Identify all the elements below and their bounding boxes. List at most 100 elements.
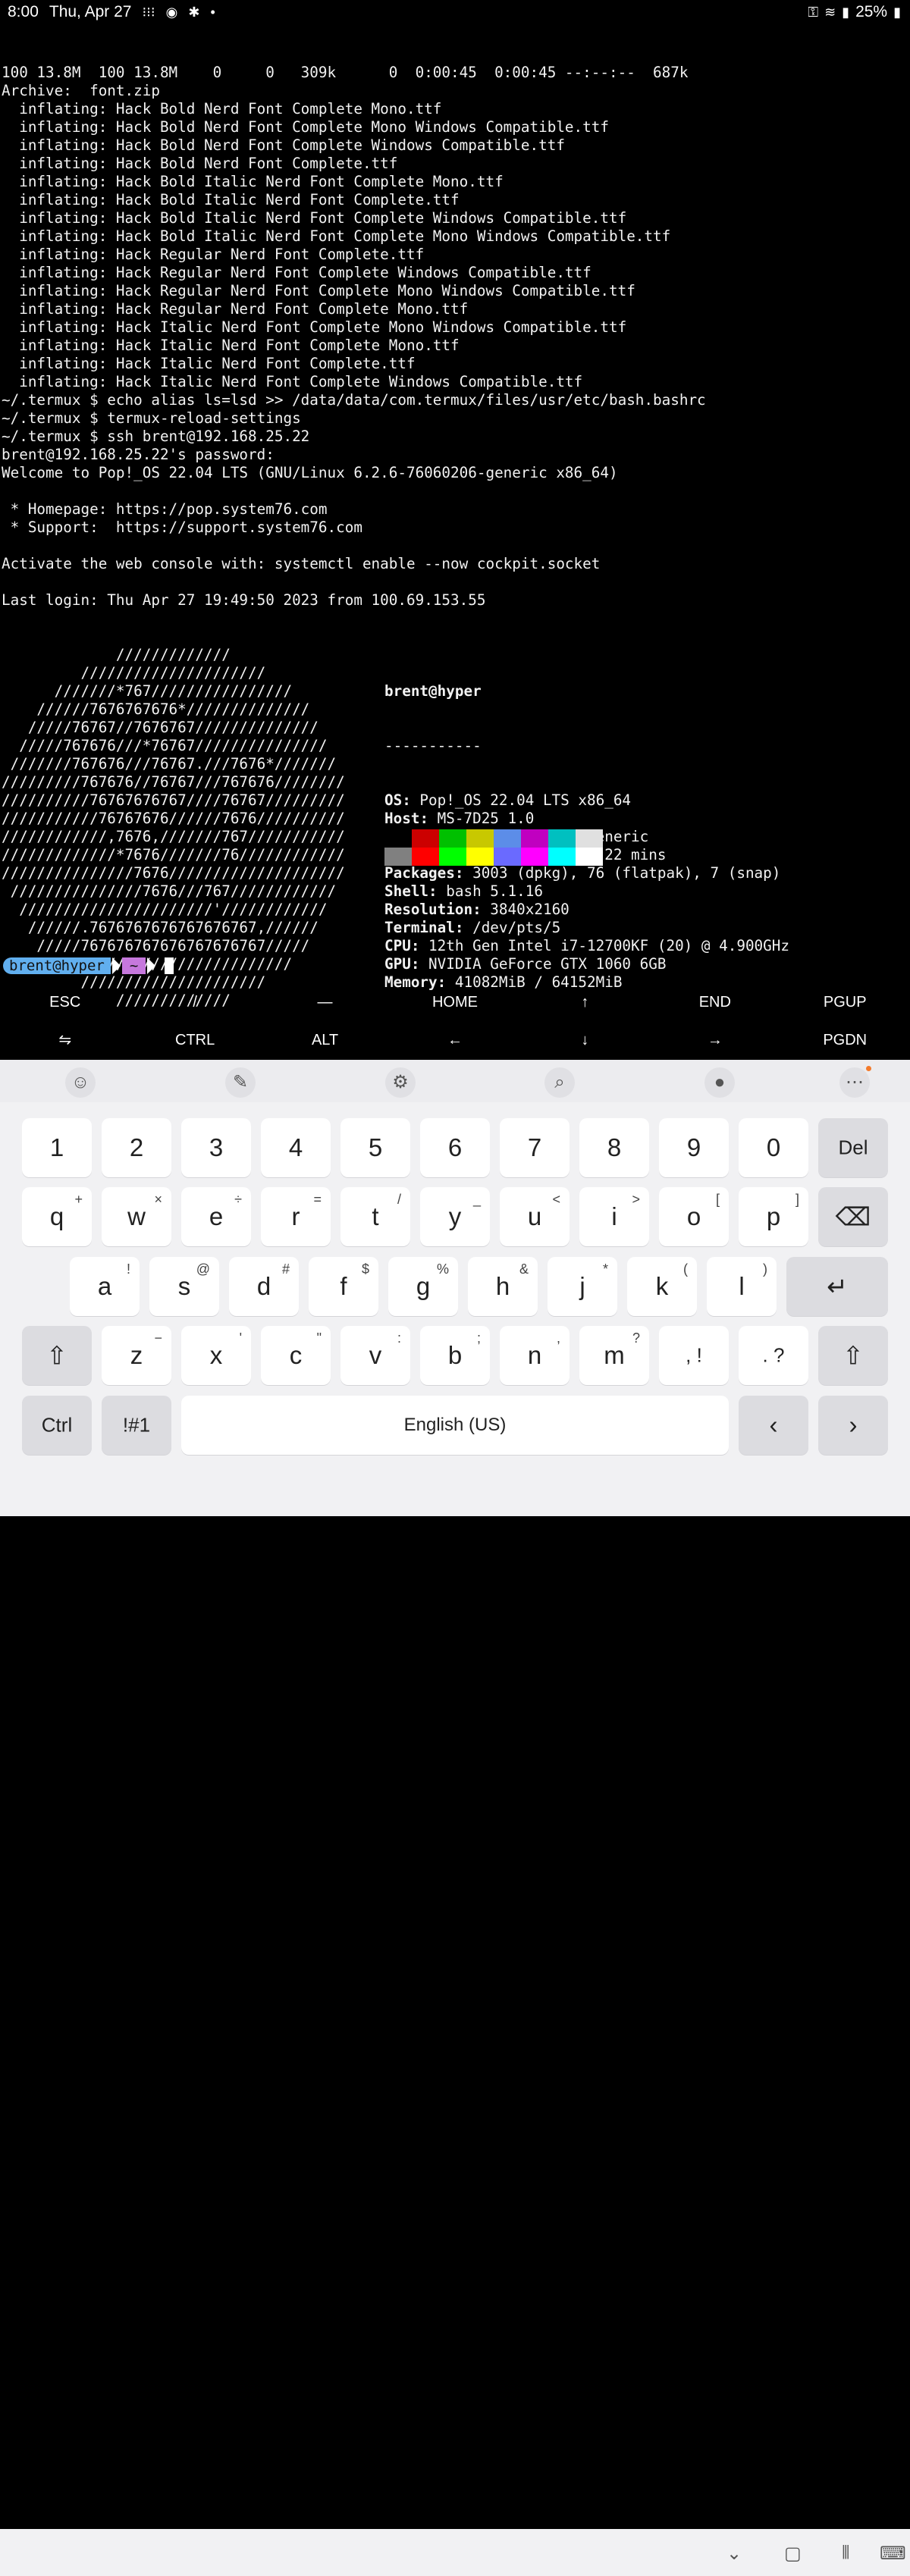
handwriting-icon[interactable]: ✎ (225, 1067, 256, 1098)
key-l[interactable]: l) (707, 1257, 777, 1316)
logo-line: /////767676///*76767/////////////// (2, 737, 328, 754)
key-6[interactable]: 6 (420, 1118, 490, 1177)
key-p[interactable]: p] (739, 1187, 808, 1246)
extra-key[interactable]: / (130, 984, 259, 1020)
terminal-line: * Homepage: https://pop.system76.com (2, 500, 328, 518)
extra-key[interactable]: ↓ (520, 1022, 650, 1058)
info-key: GPU (384, 955, 411, 973)
extra-key[interactable]: → (650, 1022, 780, 1058)
key-7[interactable]: 7 (500, 1118, 570, 1177)
extra-key[interactable]: CTRL (130, 1022, 259, 1058)
key-n[interactable]: n, (500, 1326, 570, 1385)
symbols-key[interactable]: !#1 (102, 1396, 171, 1455)
info-colon: : (472, 901, 482, 918)
key-4[interactable]: 4 (261, 1118, 331, 1177)
key-9[interactable]: 9 (659, 1118, 729, 1177)
extra-key[interactable]: ALT (260, 1022, 390, 1058)
key-5[interactable]: 5 (340, 1118, 410, 1177)
period-key[interactable]: . ? (739, 1326, 808, 1385)
logo-line: /////76767//7676767////////////// (2, 719, 318, 736)
del-key[interactable]: Del (818, 1118, 888, 1177)
recents-icon[interactable]: ⦀ (842, 2543, 850, 2564)
info-row: Host: MS-7D25 1.0 (384, 810, 789, 828)
extra-key[interactable]: END (650, 984, 780, 1020)
key-a[interactable]: a! (70, 1257, 140, 1316)
extra-key[interactable]: ESC (0, 984, 130, 1020)
key-l-sublabel: ) (763, 1261, 767, 1277)
more-icon[interactable]: ⋯ (839, 1067, 870, 1098)
terminal-line: inflating: Hack Regular Nerd Font Comple… (2, 264, 592, 281)
search-icon[interactable]: ⌕ (544, 1067, 575, 1098)
chevron-left-icon: ‹ (769, 1411, 778, 1439)
settings-icon[interactable]: ⚙ (385, 1067, 416, 1098)
cursor-left-key[interactable]: ‹ (739, 1396, 808, 1455)
key-r[interactable]: r = (261, 1187, 331, 1246)
info-value: MS-7D25 1.0 (428, 810, 535, 827)
logo-line: /////767676767676767676767///// (2, 937, 310, 954)
ctrl-key[interactable]: Ctrl (22, 1396, 92, 1455)
key-k[interactable]: k( (627, 1257, 697, 1316)
extra-key[interactable]: ⇋ (0, 1022, 130, 1058)
backspace-key[interactable]: ⌫ (818, 1187, 888, 1246)
shift-icon: ⇧ (843, 1341, 864, 1370)
key-g[interactable]: g% (388, 1257, 458, 1316)
key-8[interactable]: 8 (579, 1118, 649, 1177)
home-icon[interactable]: ▢ (784, 2543, 802, 2565)
extra-key[interactable]: ↑ (520, 984, 650, 1020)
color-swatch (576, 829, 603, 848)
key-y[interactable]: y _ (420, 1187, 490, 1246)
emoji-icon[interactable]: ☺ (65, 1067, 96, 1098)
comma-key[interactable]: , ! (659, 1326, 729, 1385)
chevron-right-icon: › (849, 1411, 858, 1439)
key-3[interactable]: 3 (181, 1118, 251, 1177)
key-q[interactable]: q + (22, 1187, 92, 1246)
enter-key[interactable]: ↵ (786, 1257, 888, 1316)
terminal-line: Activate the web console with: systemctl… (2, 555, 601, 572)
terminal-line: Welcome to Pop!_OS 22.04 LTS (GNU/Linux … (2, 464, 618, 481)
extra-key[interactable]: PGUP (780, 984, 910, 1020)
shift-key-left[interactable]: ⇧ (22, 1326, 92, 1385)
key-h[interactable]: h & (468, 1257, 538, 1316)
key-b[interactable]: b; (420, 1326, 490, 1385)
key-1[interactable]: 1 (22, 1118, 92, 1177)
key-2[interactable]: 2 (102, 1118, 171, 1177)
color-swatch (521, 848, 548, 866)
extra-key[interactable]: — (260, 984, 390, 1020)
extra-key[interactable]: PGDN (780, 1022, 910, 1058)
key-d[interactable]: d # (229, 1257, 299, 1316)
key-o[interactable]: o[ (659, 1187, 729, 1246)
info-value: 12th Gen Intel i7-12700KF (20) @ 4.900GH… (419, 937, 789, 954)
key-j[interactable]: j * (548, 1257, 617, 1316)
key-m-sublabel: ? (632, 1330, 640, 1346)
key-c[interactable]: c " (261, 1326, 331, 1385)
extra-key[interactable]: ← (390, 1022, 519, 1058)
key-0[interactable]: 0 (739, 1118, 808, 1177)
terminal-output[interactable]: 100 13.8M 100 13.8M 0 0 309k 0 0:00:45 0… (2, 27, 908, 1046)
key-t[interactable]: t / (340, 1187, 410, 1246)
extra-keys-row-1: ESC / — HOME ↑ END PGUP (0, 984, 910, 1020)
key-v[interactable]: v: (340, 1326, 410, 1385)
key-z[interactable]: z − (102, 1326, 171, 1385)
info-key: Host (384, 810, 420, 827)
key-e[interactable]: e ÷ (181, 1187, 251, 1246)
key-b-sublabel: ; (476, 1330, 481, 1346)
key-2-label: 2 (129, 1133, 144, 1161)
extra-key[interactable]: HOME (390, 984, 519, 1020)
key-x[interactable]: x ' (181, 1326, 251, 1385)
key-u[interactable]: u < (500, 1187, 570, 1246)
hide-keyboard-icon[interactable]: ⌄ (726, 2543, 742, 2565)
mic-icon[interactable]: ● (704, 1067, 735, 1098)
space-key[interactable]: English (US) (181, 1396, 729, 1455)
shift-key-right[interactable]: ⇧ (818, 1326, 888, 1385)
info-row: CPU: 12th Gen Intel i7-12700KF (20) @ 4.… (384, 937, 789, 955)
info-value: NVIDIA GeForce GTX 1060 6GB (419, 955, 667, 973)
key-s[interactable]: s @ (149, 1257, 219, 1316)
cursor-right-key[interactable]: › (818, 1396, 888, 1455)
key-i[interactable]: i > (579, 1187, 649, 1246)
key-m[interactable]: m? (579, 1326, 649, 1385)
key-w[interactable]: w × (102, 1187, 171, 1246)
enter-icon: ↵ (827, 1272, 848, 1301)
keyboard-switch-icon[interactable]: ⌨ (880, 2543, 906, 2565)
key-f[interactable]: f $ (309, 1257, 378, 1316)
shell-prompt: brent@hyper ~ (3, 957, 174, 975)
